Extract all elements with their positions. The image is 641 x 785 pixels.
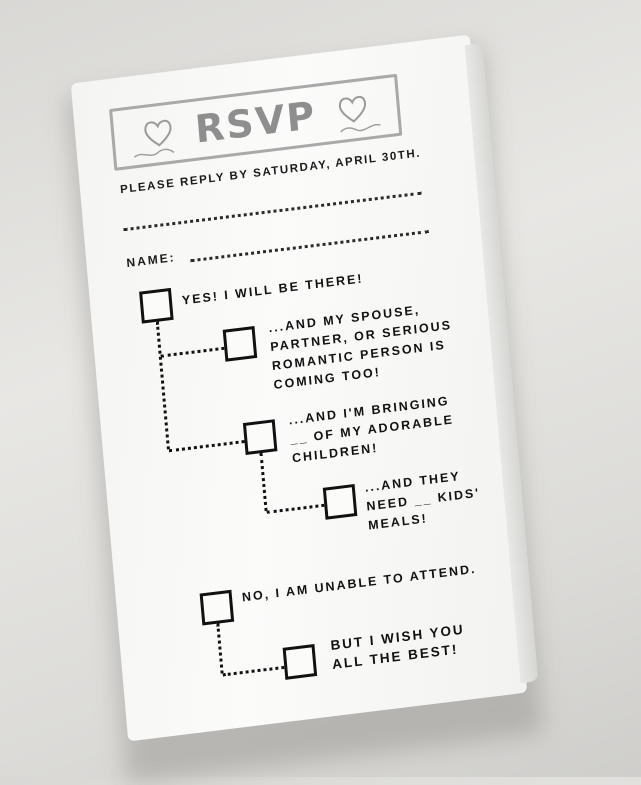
children-checkbox[interactable] xyxy=(242,419,278,455)
kids-meals-label: ...AND THEY NEED __ KIDS' MEALS! xyxy=(364,469,481,533)
connector-line xyxy=(155,321,170,450)
connector-line xyxy=(222,665,285,677)
connector-line xyxy=(259,452,268,512)
connector-line xyxy=(160,346,225,358)
connector-line xyxy=(266,503,325,514)
kids-meals-checkbox[interactable] xyxy=(322,483,358,520)
spouse-checkbox[interactable] xyxy=(222,325,258,362)
no-checkbox[interactable] xyxy=(199,589,235,626)
rsvp-card: RSVP PLEASE REPLY BY SATURDAY, APRIL 30T… xyxy=(70,34,528,742)
connector-line xyxy=(216,623,224,674)
name-label: NAME: xyxy=(125,250,177,271)
no-label: NO, I AM UNABLE TO ATTEND. xyxy=(241,561,477,605)
children-label: ...AND I'M BRINGING __ OF MY ADORABLE CH… xyxy=(288,393,455,466)
best-checkbox[interactable] xyxy=(282,644,318,680)
name-field[interactable] xyxy=(190,230,429,263)
connector-line xyxy=(168,440,245,453)
spouse-label: ...AND MY SPOUSE, PARTNER, OR SERIOUS RO… xyxy=(268,302,453,393)
best-label: BUT I WISH YOU ALL THE BEST! xyxy=(329,621,466,672)
dotted-rule xyxy=(123,191,422,232)
yes-checkbox[interactable] xyxy=(139,287,174,324)
